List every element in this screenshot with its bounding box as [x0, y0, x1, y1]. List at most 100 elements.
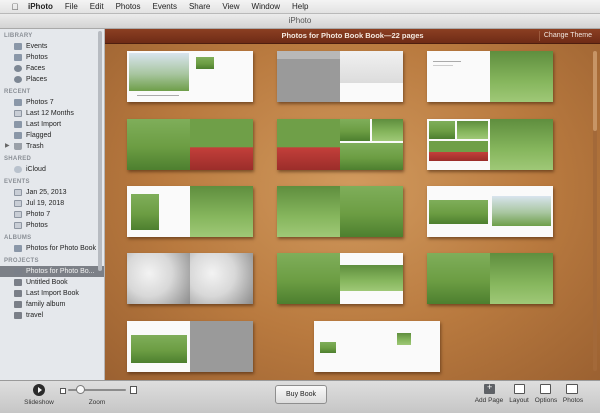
photo-thumbnail: [277, 253, 340, 304]
sidebar-item-project-family-album[interactable]: family album: [0, 299, 104, 310]
book-view-scrollbar[interactable]: [593, 49, 597, 371]
page-spread[interactable]: [127, 186, 253, 237]
photo-thumbnail: [190, 119, 253, 170]
page-spread[interactable]: [427, 51, 553, 102]
menu-help[interactable]: Help: [286, 0, 314, 13]
page-spread[interactable]: [127, 253, 253, 304]
menu-events[interactable]: Events: [146, 0, 182, 13]
disclosure-triangle-icon[interactable]: ▶: [5, 141, 10, 152]
sidebar-item-last-12-months[interactable]: Last 12 Months: [0, 108, 104, 119]
menu-share[interactable]: Share: [183, 0, 216, 13]
menu-view[interactable]: View: [216, 0, 245, 13]
page-thumbnail[interactable]: [314, 321, 377, 372]
page-spread[interactable]: [427, 253, 553, 304]
page-spread[interactable]: [277, 186, 403, 237]
page-thumbnail[interactable]: [190, 321, 253, 372]
scrollbar-thumb[interactable]: [593, 51, 597, 131]
sidebar-item-label: Jan 25, 2013: [26, 189, 67, 196]
page-thumbnail[interactable]: [490, 186, 553, 237]
page-thumbnail[interactable]: [340, 253, 403, 304]
page-thumbnail[interactable]: [127, 51, 190, 102]
page-thumbnail[interactable]: [190, 119, 253, 170]
buy-book-button[interactable]: Buy Book: [275, 385, 327, 404]
page-spread[interactable]: [427, 119, 553, 170]
page-thumbnail[interactable]: [190, 186, 253, 237]
sidebar-item-icloud[interactable]: iCloud: [0, 164, 104, 175]
sidebar-item-places[interactable]: Places: [0, 74, 104, 85]
page-thumbnail[interactable]: [127, 119, 190, 170]
page-spread[interactable]: [277, 51, 403, 102]
sidebar-item-label: Last Import: [26, 121, 62, 128]
page-thumbnail[interactable]: [490, 253, 553, 304]
page-thumbnail[interactable]: [490, 51, 553, 102]
sidebar-item-label: Photo 7: [26, 211, 51, 218]
photo-thumbnail: [129, 53, 189, 91]
sidebar-item-photos-7[interactable]: Photos 7: [0, 97, 104, 108]
sidebar-item-project-travel[interactable]: travel: [0, 310, 104, 321]
options-icon[interactable]: [540, 384, 551, 394]
sidebar-item-last-import[interactable]: Last Import: [0, 119, 104, 130]
page-thumbnail[interactable]: [190, 253, 253, 304]
zoom-large-icon[interactable]: [130, 386, 137, 394]
page-spread-cover[interactable]: [127, 51, 253, 102]
page-thumbnail[interactable]: [277, 51, 340, 102]
page-spread[interactable]: [277, 119, 403, 170]
page-thumbnail[interactable]: [340, 51, 403, 102]
page-thumbnail[interactable]: [427, 253, 490, 304]
page-thumbnail[interactable]: [427, 186, 490, 237]
menu-app-name[interactable]: iPhoto: [22, 0, 59, 13]
page-thumbnail[interactable]: [127, 253, 190, 304]
page-thumbnail[interactable]: [340, 119, 403, 170]
page-spread[interactable]: [127, 321, 253, 372]
sidebar-item-photos[interactable]: Photos: [0, 52, 104, 63]
page-thumbnail[interactable]: [127, 186, 190, 237]
menu-window[interactable]: Window: [246, 0, 286, 13]
zoom-slider-knob[interactable]: [75, 385, 85, 394]
page-thumbnail[interactable]: [427, 119, 490, 170]
page-thumbnail[interactable]: [377, 321, 440, 372]
page-spread[interactable]: [277, 253, 403, 304]
sidebar-item-label: Last Import Book: [26, 290, 79, 297]
sidebar-item-faces[interactable]: Faces: [0, 63, 104, 74]
sidebar-scrollbar[interactable]: [98, 31, 102, 271]
page-thumbnail[interactable]: [277, 186, 340, 237]
page-spread[interactable]: [427, 186, 553, 237]
sidebar-item-event-jan-25-2013[interactable]: Jan 25, 2013: [0, 187, 104, 198]
page-spread[interactable]: [127, 119, 253, 170]
sidebar-item-flagged[interactable]: Flagged: [0, 130, 104, 141]
page-thumbnail[interactable]: [127, 321, 190, 372]
photos-panel-icon[interactable]: [566, 384, 578, 394]
sidebar-item-event-photos[interactable]: Photos: [0, 220, 104, 231]
page-thumbnail[interactable]: [490, 119, 553, 170]
zoom-small-icon[interactable]: [60, 388, 66, 394]
sidebar-item-project-last-import-book[interactable]: Last Import Book: [0, 288, 104, 299]
page-thumbnail[interactable]: [340, 186, 403, 237]
sidebar-item-events[interactable]: Events: [0, 41, 104, 52]
options-label[interactable]: Options: [532, 397, 560, 404]
page-thumbnail[interactable]: [277, 253, 340, 304]
sidebar-item-project-photo-book[interactable]: Photos for Photo Bo...: [0, 266, 104, 277]
add-page-label[interactable]: Add Page: [472, 397, 506, 404]
sidebar-item-trash[interactable]: ▶ Trash: [0, 141, 104, 152]
sidebar-item-label: Faces: [26, 65, 46, 72]
menu-file[interactable]: File: [59, 0, 84, 13]
menu-edit[interactable]: Edit: [84, 0, 110, 13]
page-thumbnail[interactable]: [427, 51, 490, 102]
menu-photos[interactable]: Photos: [110, 0, 147, 13]
sidebar-item-event-jul-19-2018[interactable]: Jul 19, 2018: [0, 198, 104, 209]
layout-icon[interactable]: [514, 384, 525, 394]
apple-menu-icon[interactable]: : [8, 2, 22, 12]
photos-label[interactable]: Photos: [560, 397, 586, 404]
sidebar-item-project-untitled-book[interactable]: Untitled Book: [0, 277, 104, 288]
page-spread[interactable]: [314, 321, 440, 372]
page-thumbnail[interactable]: [277, 119, 340, 170]
event-icon: [14, 189, 22, 196]
sidebar-item-album-photo-book[interactable]: Photos for Photo Book: [0, 243, 104, 254]
add-page-icon[interactable]: [484, 382, 495, 394]
photo-thumbnail: [190, 253, 253, 304]
layout-label[interactable]: Layout: [506, 397, 532, 404]
change-theme-button[interactable]: Change Theme: [538, 31, 596, 41]
sidebar-item-event-photo-7[interactable]: Photo 7: [0, 209, 104, 220]
page-thumbnail[interactable]: [190, 51, 253, 102]
slideshow-play-icon[interactable]: [33, 384, 45, 396]
